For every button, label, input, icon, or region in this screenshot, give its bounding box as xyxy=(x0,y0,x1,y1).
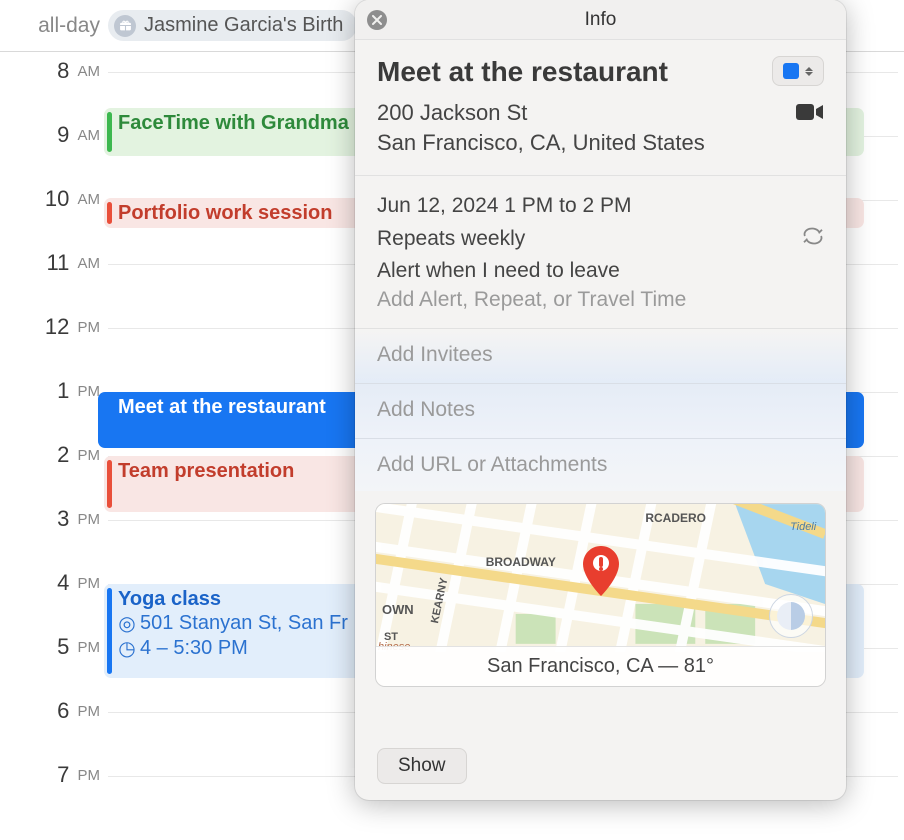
all-day-event-title: Jasmine Garcia's Birth xyxy=(144,14,343,37)
gift-icon xyxy=(114,15,136,37)
show-button[interactable]: Show xyxy=(377,748,467,784)
notes-section[interactable]: Add Notes xyxy=(355,384,846,439)
location-map[interactable]: BROADWAY KEARNY RCADERO OWN ST Tideli hi… xyxy=(375,503,826,687)
event-accent-bar xyxy=(107,588,112,674)
invitees-section[interactable]: Add Invitees xyxy=(355,329,846,384)
svg-text:RCADERO: RCADERO xyxy=(645,511,706,525)
popover-header-title: Info xyxy=(585,9,617,31)
color-swatch xyxy=(783,63,799,79)
event-repeats: Repeats weekly xyxy=(377,223,525,256)
event-info-popover: Info Meet at the restaurant 200 Jackson … xyxy=(355,0,846,800)
video-icon xyxy=(796,102,824,122)
calendar-color-picker[interactable] xyxy=(772,56,824,86)
map-weather-footer: San Francisco, CA — 81° xyxy=(376,646,825,686)
hour-label-2pm: 2 PM xyxy=(0,442,100,468)
hour-label-4pm: 4 PM xyxy=(0,570,100,596)
clock-icon: ◷ xyxy=(118,636,136,661)
event-address-line2: San Francisco, CA, United States xyxy=(377,128,796,158)
svg-text:OWN: OWN xyxy=(382,602,414,617)
hour-label-5pm: 5 PM xyxy=(0,634,100,660)
add-url-placeholder: Add URL or Attachments xyxy=(377,453,824,477)
all-day-label: all-day xyxy=(28,14,100,38)
map-mode-button[interactable] xyxy=(769,594,813,638)
url-attachments-section[interactable]: Add URL or Attachments xyxy=(355,439,846,491)
hour-label-11am: 11 AM xyxy=(0,250,100,276)
close-button[interactable] xyxy=(367,10,387,30)
hour-label-1pm: 1 PM xyxy=(0,378,100,404)
svg-text:BROADWAY: BROADWAY xyxy=(486,555,556,569)
compass-icon xyxy=(777,602,805,630)
event-location-field[interactable]: 200 Jackson St San Francisco, CA, United… xyxy=(377,98,796,157)
event-datetime: Jun 12, 2024 1 PM to 2 PM xyxy=(377,190,824,223)
event-accent-bar xyxy=(107,460,112,508)
hour-label-12pm: 12 PM xyxy=(0,314,100,340)
hour-label-7pm: 7 PM xyxy=(0,762,100,788)
popover-header: Info xyxy=(355,0,846,40)
hour-label-3pm: 3 PM xyxy=(0,506,100,532)
add-notes-placeholder: Add Notes xyxy=(377,398,824,422)
event-accent-bar xyxy=(107,202,112,224)
add-invitees-placeholder: Add Invitees xyxy=(377,343,824,367)
svg-text:Tideli: Tideli xyxy=(790,521,817,533)
event-alert: Alert when I need to leave xyxy=(377,255,824,288)
event-accent-bar xyxy=(107,112,112,152)
video-call-button[interactable] xyxy=(796,98,824,128)
repeat-icon xyxy=(802,224,824,255)
close-icon xyxy=(372,15,382,25)
chevron-updown-icon xyxy=(805,67,813,76)
hour-label-10am: 10 AM xyxy=(0,186,100,212)
hour-label-8am: 8 AM xyxy=(0,58,100,84)
event-title-field[interactable]: Meet at the restaurant xyxy=(377,56,772,88)
all-day-event[interactable]: Jasmine Garcia's Birth xyxy=(108,10,357,41)
location-pin-icon: ◎ xyxy=(118,611,136,636)
event-address-line1: 200 Jackson St xyxy=(377,98,796,128)
hour-label-6pm: 6 PM xyxy=(0,698,100,724)
map-pin-icon xyxy=(583,546,619,596)
add-alert-placeholder[interactable]: Add Alert, Repeat, or Travel Time xyxy=(377,288,824,312)
hour-label-9am: 9 AM xyxy=(0,122,100,148)
datetime-section[interactable]: Jun 12, 2024 1 PM to 2 PM Repeats weekly… xyxy=(355,176,846,329)
